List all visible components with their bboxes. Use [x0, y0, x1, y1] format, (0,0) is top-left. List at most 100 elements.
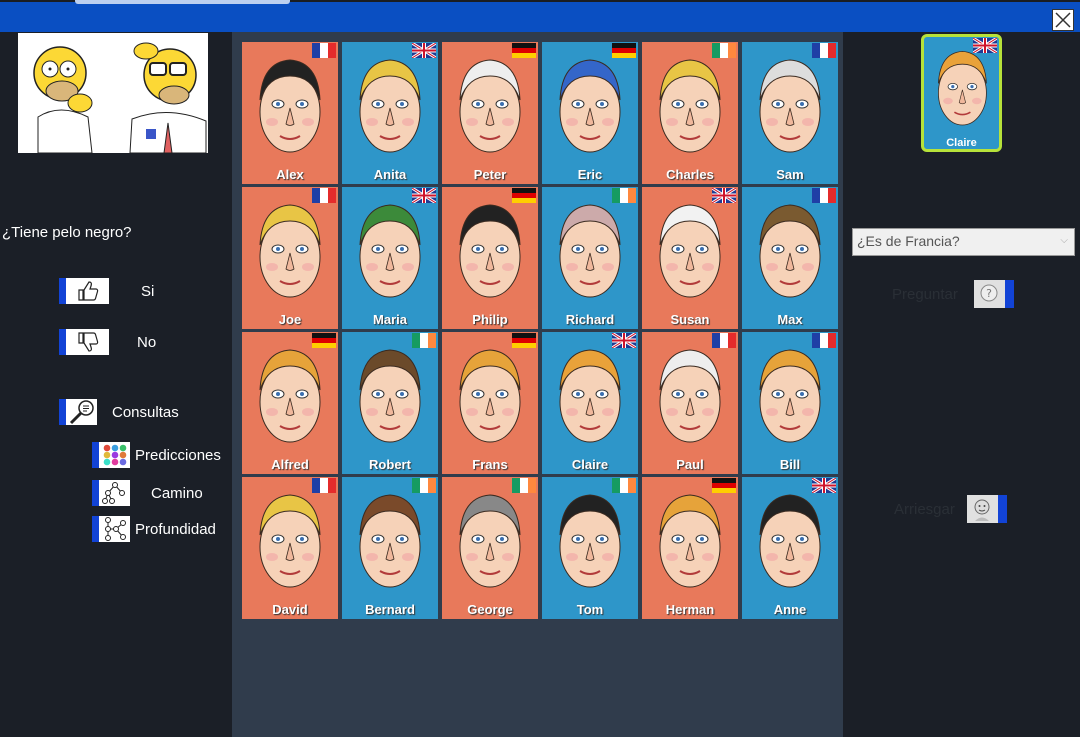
tree-path-icon: [101, 482, 125, 504]
yes-button[interactable]: Si: [59, 278, 154, 304]
face-portrait: [759, 204, 821, 298]
character-card-max[interactable]: Max: [742, 187, 838, 329]
character-name: David: [272, 602, 308, 617]
face-portrait: [459, 59, 521, 153]
preguntar-button[interactable]: Preguntar ?: [892, 280, 1014, 308]
predictions-grid-icon: [103, 444, 126, 466]
flag-ie-icon: [612, 478, 636, 493]
flag-de-icon: [712, 478, 736, 493]
flag-ie-icon: [412, 478, 436, 493]
character-name: Sam: [776, 167, 804, 182]
title-tab: [75, 0, 290, 4]
character-card-herman[interactable]: Herman: [642, 477, 738, 619]
character-card-anne[interactable]: Anne: [742, 477, 838, 619]
character-name: Alfred: [271, 457, 309, 472]
selected-character-card: Claire: [921, 34, 1002, 152]
tree-depth-icon: [104, 517, 126, 541]
predicciones-label: Predicciones: [135, 446, 221, 464]
character-grid: Alex Anita Peter Eric Charles Sam Joe Maria Phil…: [242, 42, 840, 622]
character-card-george[interactable]: George: [442, 477, 538, 619]
preguntar-label: Preguntar: [892, 285, 958, 303]
face-portrait: [559, 204, 621, 298]
title-bar: [0, 0, 1080, 32]
consultas-button[interactable]: Consultas: [59, 399, 179, 425]
question-text: ¿Tiene pelo negro?: [2, 224, 132, 241]
question-select[interactable]: ¿Es de Francia? ⌵: [852, 228, 1075, 256]
character-name: Richard: [565, 312, 615, 327]
face-portrait: [759, 349, 821, 443]
character-card-eric[interactable]: Eric: [542, 42, 638, 184]
svg-text:?: ?: [986, 287, 992, 300]
character-card-david[interactable]: David: [242, 477, 338, 619]
character-card-susan[interactable]: Susan: [642, 187, 738, 329]
face-portrait: [759, 494, 821, 588]
character-card-philip[interactable]: Philip: [442, 187, 538, 329]
flag-uk-icon: [973, 38, 997, 53]
character-name: Peter: [473, 167, 507, 182]
flag-fr-icon: [312, 188, 336, 203]
character-name: Herman: [665, 602, 715, 617]
character-name: Paul: [676, 457, 704, 472]
flag-de-icon: [512, 333, 536, 348]
character-name: Anita: [373, 167, 407, 182]
face-portrait: [559, 59, 621, 153]
character-card-peter[interactable]: Peter: [442, 42, 538, 184]
arriesgar-label: Arriesgar: [894, 500, 955, 518]
face-portrait: [259, 59, 321, 153]
right-panel: Claire ¿Es de Francia? ⌵ Preguntar ? Arr…: [843, 32, 1080, 737]
character-name: Bill: [779, 457, 801, 472]
no-button[interactable]: No: [59, 329, 156, 355]
character-name: Anne: [773, 602, 807, 617]
character-card-alfred[interactable]: Alfred: [242, 332, 338, 474]
character-card-bill[interactable]: Bill: [742, 332, 838, 474]
consultas-label: Consultas: [112, 403, 179, 421]
close-button[interactable]: [1052, 9, 1074, 31]
face-portrait: [359, 349, 421, 443]
face-portrait: [459, 494, 521, 588]
character-name: Tom: [576, 602, 604, 617]
flag-de-icon: [512, 43, 536, 58]
character-card-richard[interactable]: Richard: [542, 187, 638, 329]
character-card-anita[interactable]: Anita: [342, 42, 438, 184]
face-portrait: [659, 494, 721, 588]
predicciones-button[interactable]: Predicciones: [92, 442, 221, 468]
magnifier-list-icon: [69, 400, 94, 425]
character-name: Robert: [369, 457, 411, 472]
arriesgar-button[interactable]: Arriesgar: [894, 495, 1007, 523]
camino-button[interactable]: Camino: [92, 480, 203, 506]
face-portrait: [659, 59, 721, 153]
character-card-tom[interactable]: Tom: [542, 477, 638, 619]
character-card-frans[interactable]: Frans: [442, 332, 538, 474]
character-card-robert[interactable]: Robert: [342, 332, 438, 474]
character-name: Philip: [472, 312, 508, 327]
question-bubble-icon: ?: [980, 284, 998, 302]
flag-ie-icon: [412, 333, 436, 348]
character-card-maria[interactable]: Maria: [342, 187, 438, 329]
profundidad-button[interactable]: Profundidad: [92, 516, 216, 542]
board: Alex Anita Peter Eric Charles Sam Joe Maria Phil…: [232, 32, 843, 737]
flag-uk-icon: [412, 188, 436, 203]
no-label: No: [137, 333, 157, 351]
character-name: Joe: [278, 312, 302, 327]
yes-label: Si: [141, 282, 155, 300]
character-card-claire[interactable]: Claire: [542, 332, 638, 474]
close-icon: [1055, 12, 1071, 28]
character-card-sam[interactable]: Sam: [742, 42, 838, 184]
character-card-bernard[interactable]: Bernard: [342, 477, 438, 619]
face-portrait: [359, 204, 421, 298]
face-portrait: [259, 349, 321, 443]
character-name: Max: [777, 312, 803, 327]
character-card-paul[interactable]: Paul: [642, 332, 738, 474]
flag-fr-icon: [812, 188, 836, 203]
character-card-joe[interactable]: Joe: [242, 187, 338, 329]
face-portrait: [359, 59, 421, 153]
thumbs-up-icon: [77, 281, 98, 301]
face-portrait: [759, 59, 821, 153]
character-name: Bernard: [365, 602, 415, 617]
chevron-down-icon: ⌵: [1060, 235, 1068, 246]
flag-fr-icon: [712, 333, 736, 348]
person-face-icon: [974, 499, 990, 521]
thumbs-down-icon: [77, 332, 98, 352]
character-card-charles[interactable]: Charles: [642, 42, 738, 184]
character-card-alex[interactable]: Alex: [242, 42, 338, 184]
